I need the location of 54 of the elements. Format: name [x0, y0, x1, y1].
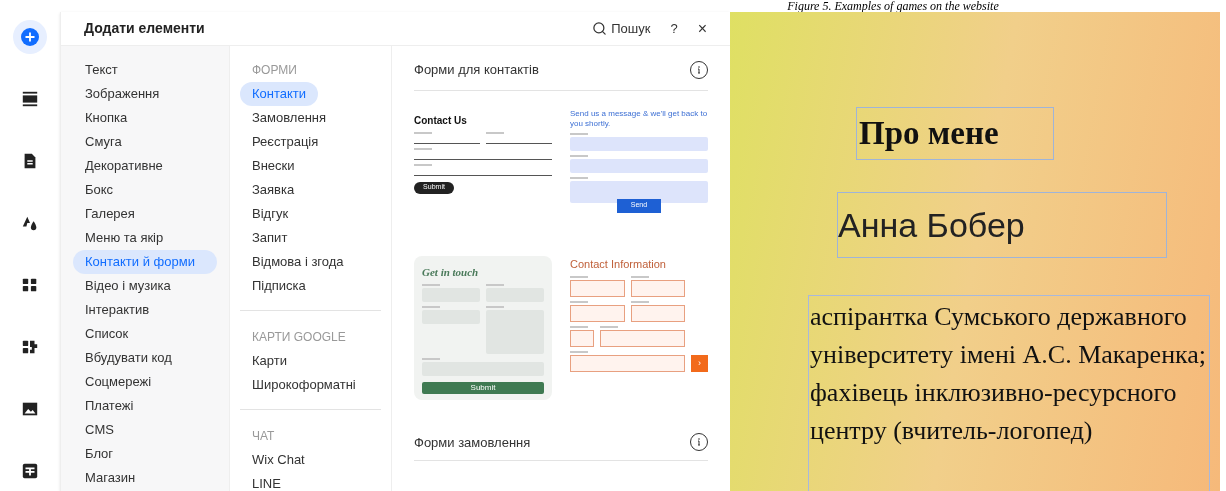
- category-item[interactable]: Галерея: [73, 202, 217, 226]
- subcategory-item[interactable]: Замовлення: [240, 106, 339, 130]
- category-item[interactable]: Інтерактив: [73, 298, 217, 322]
- category-item[interactable]: Вбудувати код: [73, 346, 217, 370]
- category-item[interactable]: Контакти й форми: [73, 250, 217, 274]
- section-heading: ЧАТ: [251, 428, 276, 445]
- panel-title: Додати елементи: [84, 19, 206, 38]
- category-item[interactable]: Відео і музика: [73, 274, 217, 298]
- category-item[interactable]: Магазин: [73, 466, 217, 490]
- search-button[interactable]: Пошук: [592, 18, 651, 39]
- search-icon: [592, 21, 608, 36]
- form-title: Get in touch: [422, 264, 480, 280]
- category-item[interactable]: CMS: [73, 418, 217, 442]
- category-item[interactable]: Соцмережі: [73, 370, 217, 394]
- category-item[interactable]: Зображення: [73, 82, 217, 106]
- puzzle-icon: [21, 338, 39, 356]
- category-item[interactable]: Кнопка: [73, 106, 217, 130]
- category-item[interactable]: Бокс: [73, 178, 217, 202]
- image-icon: [21, 400, 39, 418]
- add-icon: [21, 28, 39, 46]
- subcategory-item[interactable]: Контакти: [240, 82, 319, 106]
- category-item[interactable]: Платежі: [73, 394, 217, 418]
- subcategory-item[interactable]: Реєстрація: [240, 130, 331, 154]
- table-icon: [21, 462, 39, 480]
- subcategory-item[interactable]: Заявка: [240, 178, 307, 202]
- category-item[interactable]: Меню та якір: [73, 226, 217, 250]
- category-item[interactable]: Смуга: [73, 130, 217, 154]
- category-item[interactable]: Текст: [73, 58, 217, 82]
- form-title: Contact Information: [570, 256, 667, 272]
- section-heading: КАРТИ GOOGLE: [251, 329, 347, 346]
- subcategory-item[interactable]: Широкоформатні: [240, 373, 368, 397]
- theme-icon: [21, 214, 39, 232]
- category-item[interactable]: Блог: [73, 442, 217, 466]
- subcategory-item[interactable]: Внески: [240, 154, 307, 178]
- form-template-card[interactable]: Get in touch Submit: [414, 255, 552, 400]
- subcategory-item[interactable]: Wix Chat: [240, 448, 317, 472]
- strips-icon: [21, 90, 39, 108]
- category-item[interactable]: Декоративне: [73, 154, 217, 178]
- subcategory-item[interactable]: Підписка: [240, 274, 318, 298]
- subcategory-item[interactable]: Карти: [240, 349, 299, 373]
- section-heading: ФОРМИ: [251, 62, 298, 79]
- category-item[interactable]: Список: [73, 322, 217, 346]
- help-button[interactable]: ?: [670, 18, 678, 39]
- subcategory-item[interactable]: Відмова і згода: [240, 250, 356, 274]
- subcategory-item[interactable]: LINE: [240, 472, 293, 491]
- group-title: Форми для контактів: [414, 61, 539, 79]
- form-title: Contact Us: [414, 113, 468, 128]
- close-button[interactable]: ×: [697, 16, 707, 41]
- apps-icon: [21, 276, 39, 294]
- submit-button[interactable]: Submit: [422, 382, 544, 394]
- form-title: Send us a message & we'll get back to you shortly.: [570, 108, 708, 129]
- subcategory-item[interactable]: Відгук: [240, 202, 301, 226]
- subcategory-item[interactable]: Запит: [240, 226, 300, 250]
- group-title: Форми замовлення: [414, 433, 531, 452]
